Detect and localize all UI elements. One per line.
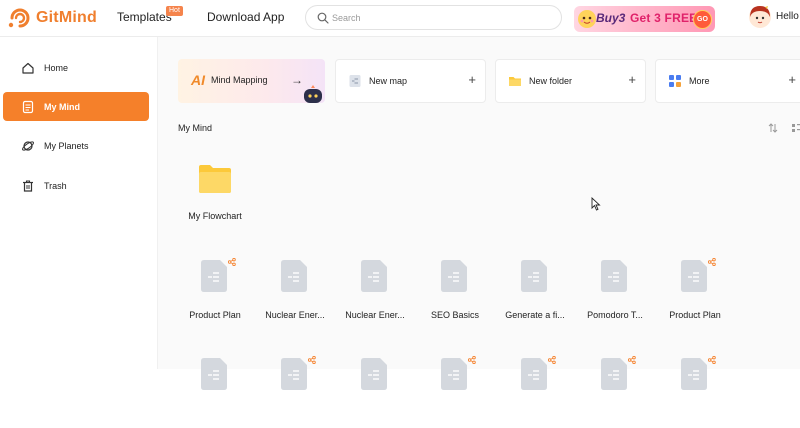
logo-text: GitMind: [36, 9, 97, 26]
trash-icon: [23, 179, 33, 192]
user-avatar[interactable]: [748, 5, 772, 29]
file-item[interactable]: Nuclear Ener...: [258, 260, 338, 330]
file-item[interactable]: Generate a fi...: [498, 260, 578, 330]
gitmind-logo[interactable]: GitMind: [8, 7, 97, 29]
ai-icon: AI: [191, 72, 205, 88]
share-icon: [548, 356, 556, 364]
share-icon: [708, 356, 716, 364]
mind-map-file-icon: [601, 358, 627, 390]
file-item[interactable]: Pomodoro T...: [578, 260, 658, 330]
file-name: Product Plan: [669, 310, 721, 320]
file-name: Nuclear Ener...: [265, 310, 325, 320]
promo-mascot-icon: [578, 10, 596, 28]
plus-icon: +: [788, 72, 796, 87]
promo-free-text: Get 3 FREE: [630, 11, 698, 25]
mouse-cursor-icon: [591, 197, 601, 211]
sidebar-item-my-mind[interactable]: My Mind: [3, 92, 149, 121]
share-icon: [628, 356, 636, 364]
folder-name: My Flowchart: [188, 211, 242, 221]
sort-icon[interactable]: [768, 123, 778, 133]
mind-map-file-icon: [281, 358, 307, 390]
robot-mascot-icon: [304, 85, 322, 103]
mind-map-file-icon: [281, 260, 307, 292]
nav-download-app[interactable]: Download App: [207, 10, 284, 24]
file-name: Product Plan: [189, 310, 241, 320]
file-item[interactable]: Product Plan: [658, 258, 738, 330]
share-icon: [468, 356, 476, 364]
top-header: GitMind Templates Hot Download App Buy3 …: [0, 0, 800, 37]
quick-action-label: Mind Mapping: [211, 75, 268, 85]
mind-map-file-icon: [521, 358, 547, 390]
mind-map-file-icon: [601, 260, 627, 292]
search-box[interactable]: [305, 5, 562, 30]
folder-icon: [199, 165, 231, 193]
folder-icon: [509, 77, 521, 86]
more-card[interactable]: More +: [655, 59, 800, 103]
search-icon: [317, 12, 329, 24]
share-icon: [308, 356, 316, 364]
promo-buy-text: Buy3: [596, 11, 626, 25]
gitmind-logo-icon: [8, 8, 30, 28]
new-map-icon: [349, 75, 361, 87]
file-name: Generate a fi...: [505, 310, 565, 320]
home-icon: [22, 62, 34, 74]
sidebar-item-my-planets[interactable]: My Planets: [3, 131, 149, 160]
section-title: My Mind: [178, 123, 213, 133]
sidebar-item-label: My Planets: [44, 140, 89, 151]
search-input[interactable]: [332, 9, 552, 26]
hot-badge: Hot: [166, 6, 183, 16]
plus-icon: +: [468, 72, 476, 87]
mind-map-file-icon: [361, 358, 387, 390]
mind-map-file-icon: [681, 358, 707, 390]
promo-banner[interactable]: Buy3 Get 3 FREE GO: [574, 6, 715, 32]
file-name: Nuclear Ener...: [345, 310, 405, 320]
view-toggle-icon[interactable]: [792, 123, 800, 133]
grid-apps-icon: [669, 75, 681, 87]
new-map-card[interactable]: New map +: [335, 59, 486, 103]
sidebar-item-trash[interactable]: Trash: [3, 171, 149, 200]
mind-map-file-icon: [681, 260, 707, 292]
quick-action-label: New map: [369, 76, 408, 86]
file-item[interactable]: Nuclear Ener...: [338, 260, 418, 330]
share-icon: [228, 258, 236, 266]
plus-icon: +: [628, 72, 636, 87]
mind-map-file-icon: [441, 358, 467, 390]
nav-templates[interactable]: Templates: [117, 10, 172, 24]
mind-map-file-icon: [441, 260, 467, 292]
promo-go-button[interactable]: GO: [693, 10, 712, 29]
sidebar: Home My Mind My Planets Trash: [0, 37, 158, 369]
main-content: AI Mind Mapping → New map + New folder +: [158, 37, 800, 390]
document-icon: [22, 100, 34, 113]
file-name: SEO Basics: [430, 310, 479, 320]
file-item[interactable]: SEO Basics: [418, 260, 498, 330]
new-folder-card[interactable]: New folder +: [495, 59, 646, 103]
mind-map-file-icon: [201, 358, 227, 390]
greeting-text: Hello: [776, 11, 799, 22]
mind-map-file-icon: [521, 260, 547, 292]
sidebar-item-label: Home: [44, 62, 69, 73]
sidebar-item-label: Trash: [44, 180, 67, 191]
mind-mapping-card[interactable]: AI Mind Mapping →: [178, 59, 325, 103]
sidebar-item-label: My Mind: [44, 101, 80, 112]
file-name: Pomodoro T...: [587, 310, 643, 320]
quick-action-label: New folder: [529, 76, 573, 86]
sidebar-item-home[interactable]: Home: [3, 53, 149, 82]
planet-icon: [22, 140, 34, 151]
file-item[interactable]: Product Plan: [178, 258, 258, 330]
share-icon: [708, 258, 716, 266]
mind-map-file-icon: [201, 260, 227, 292]
quick-action-label: More: [689, 76, 710, 86]
mind-map-file-icon: [361, 260, 387, 292]
